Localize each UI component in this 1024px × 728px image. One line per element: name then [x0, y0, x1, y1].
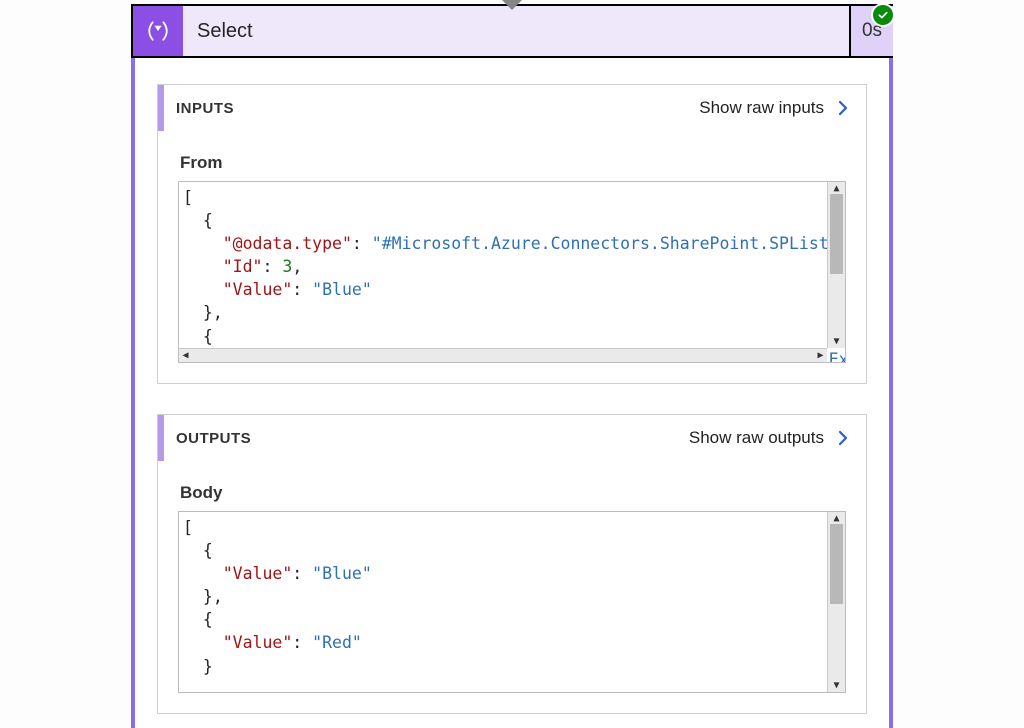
inputs-from-label: From [158, 131, 866, 181]
horizontal-scrollbar[interactable]: ◀ ▶ [179, 348, 827, 362]
scroll-right-icon[interactable]: ▶ [814, 349, 827, 362]
show-raw-inputs-button[interactable]: Show raw inputs [695, 96, 856, 120]
show-raw-outputs-label: Show raw outputs [689, 428, 824, 448]
chevron-right-icon [834, 429, 852, 447]
select-action-card: Select 0s INPUTS Show raw inputs From [ … [131, 4, 893, 728]
vertical-scrollbar[interactable]: ▲ ▼ [827, 512, 845, 692]
outputs-panel-header: OUTPUTS Show raw outputs [158, 415, 866, 461]
outputs-body-value[interactable]: [ { "Value": "Blue" }, { "Value": "Red" … [178, 511, 846, 693]
outputs-panel-title: OUTPUTS [176, 430, 251, 447]
show-raw-outputs-button[interactable]: Show raw outputs [685, 426, 856, 450]
inputs-json-content: [ { "@odata.type": "#Microsoft.Azure.Con… [179, 182, 845, 363]
card-header[interactable]: Select 0s [131, 4, 893, 58]
show-raw-inputs-label: Show raw inputs [699, 98, 824, 118]
scroll-down-icon[interactable]: ▼ [828, 679, 845, 692]
flow-arrow-down-icon [502, 0, 522, 10]
scroll-down-icon[interactable]: ▼ [828, 335, 845, 348]
vertical-scrollbar[interactable]: ▲ ▼ [827, 182, 845, 348]
card-title: Select [183, 6, 849, 56]
scroll-left-icon[interactable]: ◀ [179, 349, 192, 362]
status-success-badge [871, 3, 895, 27]
inputs-panel-title: INPUTS [176, 100, 234, 117]
scroll-thumb[interactable] [830, 194, 843, 274]
inputs-from-value[interactable]: [ { "@odata.type": "#Microsoft.Azure.Con… [178, 181, 846, 363]
checkmark-icon [877, 9, 889, 21]
outputs-panel: OUTPUTS Show raw outputs Body [ { "Value… [157, 414, 867, 714]
data-operation-icon [144, 17, 172, 45]
outputs-body-label: Body [158, 461, 866, 511]
inputs-panel: INPUTS Show raw inputs From [ { "@odata.… [157, 84, 867, 384]
inputs-panel-header: INPUTS Show raw inputs [158, 85, 866, 131]
scroll-thumb[interactable] [830, 524, 843, 604]
outputs-json-content: [ { "Value": "Blue" }, { "Value": "Red" … [179, 512, 845, 682]
select-action-icon [133, 6, 183, 56]
chevron-right-icon [834, 99, 852, 117]
